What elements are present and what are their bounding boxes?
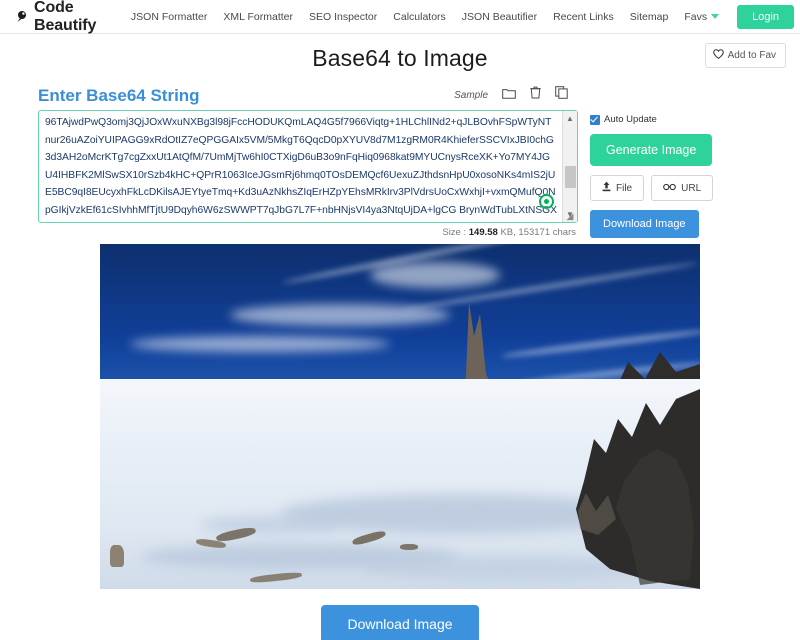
nav-favs[interactable]: Favs — [676, 0, 727, 34]
auto-update-label: Auto Update — [604, 114, 657, 125]
page-title: Base64 to Image — [312, 45, 488, 71]
url-label: URL — [681, 182, 702, 194]
auto-update-toggle[interactable]: Auto Update — [590, 114, 788, 125]
editor-section-title: Enter Base64 String — [38, 86, 200, 105]
source-buttons: File URL — [590, 175, 788, 201]
url-input-button[interactable]: URL — [651, 175, 714, 201]
add-to-fav-button[interactable]: Add to Fav — [704, 43, 786, 68]
top-navigation-bar: Code Beautify JSON Formatter XML Formatt… — [0, 0, 800, 34]
foreground-rock-tower — [490, 389, 700, 589]
base64-input[interactable]: 96TAjwdPwQ3omj3QjJOxWxuNXBg3l98jFccHODUK… — [38, 110, 578, 223]
editor-section-header: Enter Base64 String Sample — [0, 78, 800, 110]
editor-row: 96TAjwdPwQ3omj3QjJOxWxuNXBg3l98jFccHODUK… — [0, 110, 800, 238]
copy-icon[interactable] — [555, 86, 568, 104]
nav-seo-inspector[interactable]: SEO Inspector — [301, 0, 385, 34]
size-value: 149.58 — [468, 227, 498, 238]
nav-recent-links[interactable]: Recent Links — [545, 0, 622, 34]
paint-drop-icon — [16, 10, 29, 23]
heart-icon — [712, 49, 724, 62]
upload-icon — [602, 181, 611, 195]
nav-json-formatter[interactable]: JSON Formatter — [123, 0, 215, 34]
scroll-up-arrow[interactable]: ▲ — [563, 111, 577, 126]
textarea-scrollbar[interactable]: ▲ ▼ — [562, 111, 577, 222]
editor-toolbar: Sample — [454, 86, 778, 106]
bottom-action-bar: Download Image — [0, 605, 800, 640]
download-image-button-bottom[interactable]: Download Image — [321, 605, 479, 640]
mouse-cursor-indicator — [539, 194, 554, 209]
nav-sitemap[interactable]: Sitemap — [622, 0, 677, 34]
download-image-button-top[interactable]: Download Image — [590, 210, 699, 238]
sample-link[interactable]: Sample — [454, 90, 488, 101]
chevron-down-icon — [711, 14, 720, 19]
base64-input-wrapper: 96TAjwdPwQ3omj3QjJOxWxuNXBg3l98jFccHODUK… — [38, 110, 578, 223]
output-image — [100, 244, 700, 589]
add-to-fav-label: Add to Fav — [727, 50, 776, 61]
size-unit: KB, — [500, 227, 516, 238]
file-upload-button[interactable]: File — [590, 175, 645, 201]
nav-xml-formatter[interactable]: XML Formatter — [215, 0, 301, 34]
brand-name: Code Beautify — [34, 0, 97, 34]
snow-shadow — [200, 516, 340, 534]
nav-favs-label: Favs — [684, 10, 708, 23]
brand-logo[interactable]: Code Beautify — [16, 0, 123, 35]
small-foreground-rock — [110, 545, 124, 567]
chars-count: 153171 chars — [518, 227, 576, 238]
main-nav: JSON Formatter XML Formatter SEO Inspect… — [123, 0, 794, 34]
glacier-rock — [400, 544, 418, 550]
textarea-resize-handle[interactable]: ◢ — [564, 210, 576, 222]
size-label: Size : — [442, 227, 467, 238]
size-status: Size : 149.58 KB, 153171 chars — [38, 227, 578, 238]
nav-calculators[interactable]: Calculators — [385, 0, 454, 34]
page-title-row: Base64 to Image Add to Fav — [0, 38, 800, 78]
scrollbar-thumb[interactable] — [565, 166, 576, 188]
trash-icon[interactable] — [530, 86, 541, 104]
file-label: File — [616, 182, 633, 194]
controls-panel: Auto Update Generate Image File URL Down… — [590, 110, 788, 238]
link-icon — [663, 183, 676, 194]
auto-update-checkbox[interactable] — [590, 114, 600, 125]
nav-json-beautifier[interactable]: JSON Beautifier — [454, 0, 545, 34]
login-button[interactable]: Login — [737, 4, 794, 29]
generate-image-button[interactable]: Generate Image — [590, 134, 713, 166]
folder-icon[interactable] — [502, 86, 516, 104]
